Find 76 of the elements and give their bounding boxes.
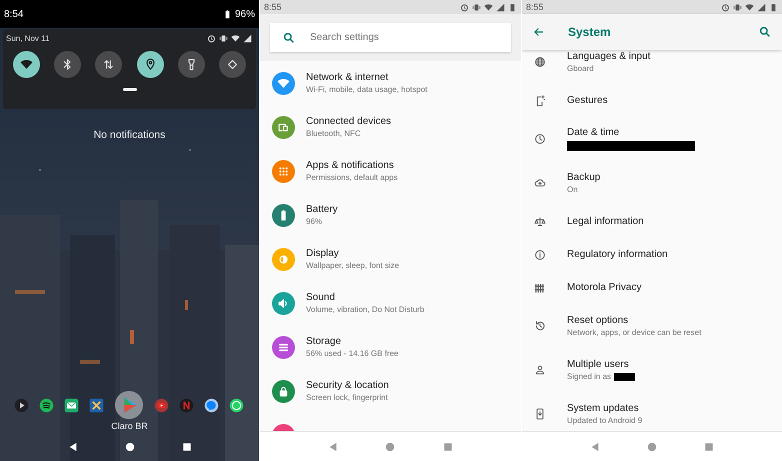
alarm-icon (207, 34, 216, 43)
status-time: 8:55 (526, 2, 544, 12)
item-summary: Bluetooth, NFC (306, 129, 362, 138)
wifi-signal-icon (745, 2, 754, 12)
item-title[interactable]: Display (306, 248, 400, 259)
wifi-toggle[interactable] (13, 51, 40, 78)
play-icon[interactable] (14, 398, 29, 412)
item-summary: Network, apps, or device can be reset (567, 328, 702, 337)
globe-icon (533, 55, 547, 69)
item-title[interactable]: Date & time (567, 127, 695, 138)
location-toggle[interactable] (136, 51, 164, 78)
person-icon (533, 363, 547, 377)
battery-icon (769, 2, 778, 12)
item-title[interactable]: Storage (306, 336, 398, 347)
battery-icon (222, 10, 232, 18)
item-title[interactable]: Connected devices (306, 116, 392, 127)
item-title[interactable]: Apps & notifications (306, 160, 398, 171)
item-summary: Gboard (567, 64, 594, 73)
item-summary: On (567, 185, 578, 194)
item-title[interactable]: Gestures (567, 95, 608, 106)
vibrate-icon (472, 2, 481, 12)
item-summary: Signed in as (567, 372, 612, 381)
item-summary: Updated to Android 9 (567, 416, 642, 425)
data-toggle[interactable] (95, 51, 122, 78)
chat-bubble-icon[interactable] (204, 398, 219, 412)
drag-handle[interactable] (122, 88, 136, 91)
search-field[interactable]: Search settings (270, 23, 511, 52)
bluetooth-toggle[interactable] (54, 51, 82, 78)
item-title[interactable]: Languages & input (567, 51, 650, 62)
flashlight-toggle[interactable] (178, 51, 205, 78)
item-title[interactable]: Backup (567, 172, 600, 183)
vibrate-icon (219, 34, 228, 43)
date-label: Sun, Nov 11 (6, 34, 50, 43)
item-title[interactable]: Battery (306, 204, 338, 215)
status-time: 8:55 (264, 2, 282, 12)
wifi-signal-icon (484, 2, 493, 12)
search-icon (282, 31, 296, 45)
item-summary: Screen lock, fingerprint (306, 393, 389, 402)
item-title[interactable]: Regulatory information (567, 249, 668, 260)
back-icon[interactable] (68, 442, 78, 452)
vibrate-icon (733, 2, 742, 12)
alarm-icon (460, 2, 469, 12)
page-title: System (568, 25, 612, 39)
battery-icon (508, 2, 517, 12)
cell-signal-icon (496, 2, 505, 12)
item-title[interactable]: Legal information (567, 216, 644, 227)
app-label: Claro BR (110, 420, 149, 432)
item-title[interactable]: System updates (567, 403, 642, 414)
search-icon[interactable] (758, 25, 772, 39)
alarm-icon (721, 2, 730, 12)
info-icon (533, 248, 547, 262)
wifi-signal-icon (231, 34, 240, 43)
history-icon (533, 319, 547, 333)
waves-icon[interactable] (39, 398, 54, 412)
status-time: 8:54 (4, 8, 24, 20)
clock-icon (533, 132, 547, 146)
item-summary: 96% (306, 217, 324, 226)
item-title[interactable]: Security & location (306, 380, 389, 391)
empty-message: No notifications (92, 129, 166, 141)
item-title[interactable]: Network & internet (306, 72, 428, 83)
item-title[interactable]: Multiple users (567, 359, 636, 370)
cell-signal-icon (243, 34, 252, 43)
item-summary: Wallpaper, sleep, font size (306, 261, 400, 270)
home-icon[interactable] (124, 442, 134, 452)
rotation-toggle[interactable] (218, 51, 246, 78)
item-summary: Wi-Fi, mobile, data usage, hotspot (306, 85, 428, 94)
item-title[interactable]: Sound (306, 292, 424, 303)
cell-signal-icon (757, 2, 766, 12)
item-title[interactable]: Reset options (567, 315, 702, 326)
item-summary: 56% used - 14.16 GB free (306, 349, 398, 358)
battery-percent: 96% (234, 8, 255, 20)
item-summary: Volume, vibration, Do Not Disturb (306, 305, 424, 314)
item-title[interactable]: Motorola Privacy (567, 282, 642, 293)
triangle-play-icon[interactable] (114, 390, 144, 420)
item-summary: Permissions, default apps (306, 173, 398, 182)
scale-icon (533, 214, 547, 228)
